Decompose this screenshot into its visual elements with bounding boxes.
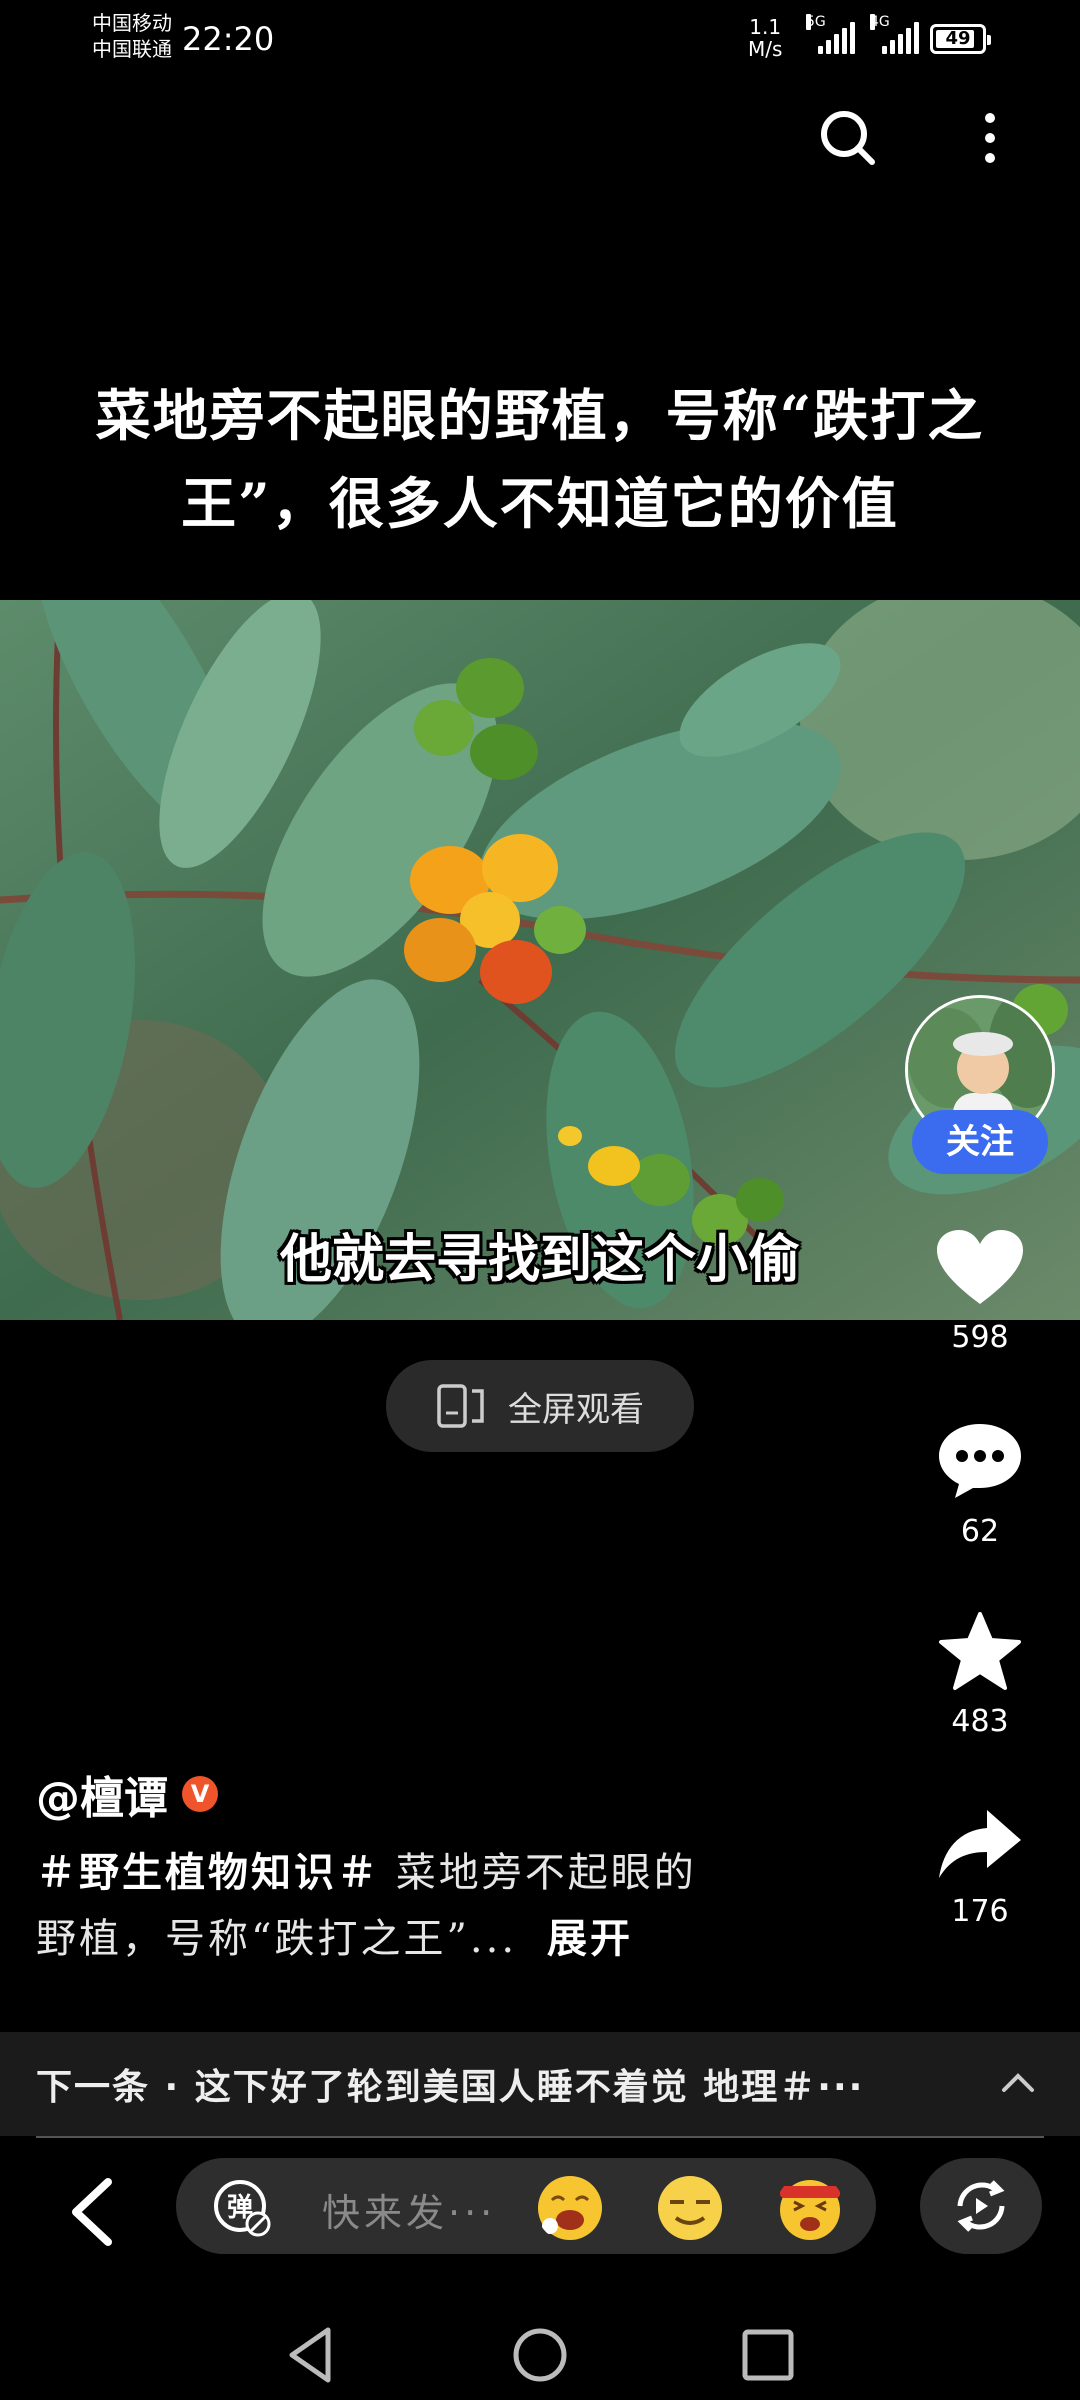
follow-button[interactable]: 关注 [912, 1110, 1048, 1174]
divider [36, 2136, 1044, 2138]
signal-4g-label: 4G [870, 14, 890, 30]
fullscreen-icon [437, 1384, 484, 1428]
net-speed: 1.1 M/s [748, 16, 782, 60]
like-count: 598 [951, 1320, 1009, 1355]
post-description[interactable]: ＃野生植物知识＃ 菜地旁不起眼的 野植，号称“跌打之王”... 展开 [36, 1840, 836, 1972]
verified-badge-icon: V [182, 1776, 218, 1812]
share-count: 176 [951, 1894, 1009, 1929]
battery-icon: 49 [930, 24, 991, 54]
battery-level: 49 [945, 28, 971, 49]
replay-icon [957, 2180, 1005, 2232]
carrier-1: 中国移动 [92, 11, 172, 35]
fullscreen-label: 全屏观看 [508, 1389, 644, 1430]
video-title-line-1: 菜地旁不起眼的野植，号称“跌打之 [95, 383, 985, 448]
favorite-button[interactable]: 483 [920, 1612, 1040, 1739]
comment-icon [939, 1424, 1021, 1498]
post-hashtag[interactable]: ＃野生植物知识＃ [36, 1849, 380, 1896]
next-video-label[interactable]: 下一条 · 这下好了轮到美国人睡不着觉 地理＃··· [36, 2058, 864, 2110]
laughing-emoji-icon[interactable] [536, 2174, 604, 2242]
share-arrow-icon [939, 1810, 1021, 1878]
fullscreen-button[interactable]: 全屏观看 [386, 1360, 694, 1452]
comment-input-placeholder[interactable]: 快来发··· [322, 2182, 496, 2237]
carrier-2: 中国联通 [92, 37, 172, 61]
danmu-toggle-icon[interactable]: 弹 [212, 2178, 272, 2238]
nav-home-icon[interactable] [505, 2320, 575, 2390]
post-desc-line-2: 野植，号称“跌打之王”... [36, 1916, 518, 1962]
smirk-emoji-icon[interactable] [656, 2174, 724, 2242]
net-speed-value: 1.1 [749, 15, 782, 39]
status-time: 22:20 [182, 20, 275, 58]
headband-emoji-icon[interactable] [776, 2174, 844, 2242]
video-player[interactable]: 他就去寻找到这个小偷 [0, 600, 1080, 1320]
signal-5g-icon: 5G [806, 14, 855, 54]
carrier-labels: 中国移动 中国联通 [92, 10, 172, 62]
like-button[interactable]: 598 [920, 1228, 1040, 1355]
chevron-up-icon[interactable] [998, 2062, 1038, 2102]
net-speed-unit: M/s [748, 37, 783, 61]
video-title-line-2: 王”，很多人不知道它的价值 [181, 471, 899, 536]
share-button[interactable]: 176 [920, 1806, 1040, 1929]
video-subtitle: 他就去寻找到这个小偷 [279, 1230, 800, 1290]
favorite-count: 483 [951, 1704, 1009, 1739]
comment-count: 62 [960, 1514, 1000, 1549]
signal-4g-icon: 4G [870, 14, 919, 54]
more-vertical-icon[interactable] [960, 108, 1020, 168]
comment-button[interactable]: 62 [920, 1420, 1040, 1549]
post-desc-line-1: 菜地旁不起眼的 [380, 1850, 697, 1896]
author-name-row[interactable]: @檀谭 V [36, 1762, 218, 1826]
next-video-bar[interactable]: 下一条 · 这下好了轮到美国人睡不着觉 地理＃··· [0, 2032, 1080, 2136]
star-icon [939, 1612, 1021, 1690]
comment-input-bar[interactable]: 弹 快来发··· [176, 2158, 876, 2254]
signal-5g-label: 5G [806, 14, 826, 30]
nav-recents-icon[interactable] [733, 2320, 803, 2390]
nav-back-icon[interactable] [276, 2320, 346, 2390]
video-title: 菜地旁不起眼的野植，号称“跌打之 王”，很多人不知道它的价值 [30, 372, 1050, 548]
replay-button[interactable] [920, 2158, 1042, 2254]
search-icon[interactable] [818, 108, 878, 168]
video-frame-image [0, 600, 1080, 1320]
back-arrow-icon[interactable] [64, 2176, 120, 2248]
author-name[interactable]: @檀谭 [36, 1762, 168, 1826]
expand-button[interactable]: 展开 [547, 1916, 633, 1962]
heart-icon [937, 1230, 1023, 1304]
